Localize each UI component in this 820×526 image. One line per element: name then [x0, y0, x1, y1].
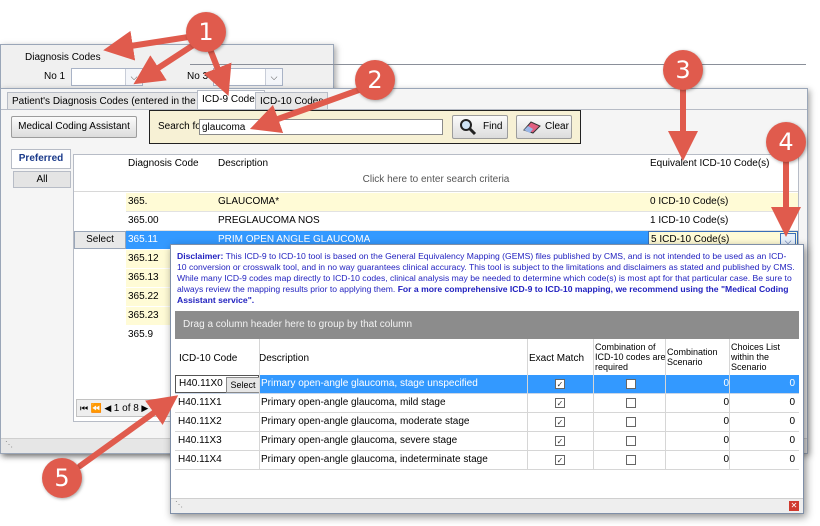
callout-badge-4: 4	[766, 122, 806, 162]
callout-badge-5: 5	[42, 458, 82, 498]
callout-arrow	[103, 30, 198, 61]
callout-badge-3: 3	[663, 50, 703, 90]
callout-arrow	[77, 395, 179, 469]
callout-badge-1: 1	[186, 12, 226, 52]
callout-badge-2: 2	[355, 60, 395, 100]
callout-arrow	[133, 39, 201, 85]
callout-arrow	[249, 83, 373, 134]
